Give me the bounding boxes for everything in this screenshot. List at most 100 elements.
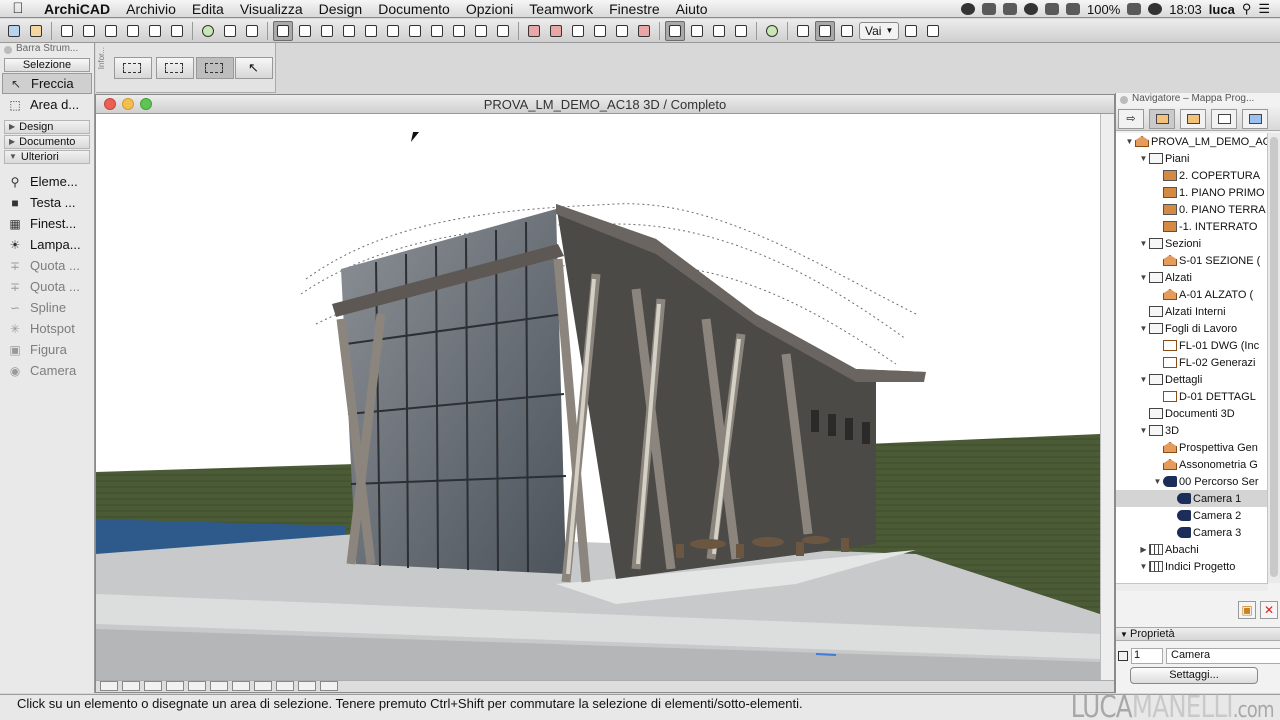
notification-icon[interactable]: ☰: [1258, 1, 1270, 17]
minimize-icon[interactable]: [122, 98, 134, 110]
tool-spline[interactable]: ∽ Spline: [0, 297, 94, 318]
adjust-icon[interactable]: [568, 21, 588, 41]
spotlight-icon[interactable]: ⚲: [1242, 1, 1252, 17]
tree-item[interactable]: ▼ Indici Progetto: [1116, 558, 1267, 575]
wifi-icon[interactable]: [1024, 3, 1038, 15]
3d-viewport[interactable]: [96, 114, 1100, 682]
split-icon[interactable]: [546, 21, 566, 41]
selection-arrow-mode[interactable]: ↖: [235, 57, 273, 79]
trace-icon[interactable]: [383, 21, 403, 41]
tab-view-map[interactable]: [1180, 108, 1206, 129]
view-id-field[interactable]: 1: [1131, 648, 1163, 664]
tool-marquee[interactable]: ⬚ Area d...: [0, 94, 94, 115]
tool-arrow[interactable]: ↖ Freccia: [2, 73, 92, 94]
disclosure-triangle-icon[interactable]: ▼: [1124, 137, 1135, 146]
close-icon[interactable]: [104, 98, 116, 110]
tree-item[interactable]: Camera 2: [1116, 507, 1267, 524]
tool-camera[interactable]: ◉ Camera: [0, 360, 94, 381]
battery-icon[interactable]: [1127, 3, 1142, 15]
menu-app[interactable]: ArchiCAD: [36, 1, 118, 17]
tree-item[interactable]: Camera 1: [1116, 490, 1267, 507]
undo-icon[interactable]: [145, 21, 165, 41]
menu-archivio[interactable]: Archivio: [118, 1, 184, 17]
tool-object[interactable]: ⚲ Eleme...: [0, 171, 94, 192]
delete-icon[interactable]: ✕: [1260, 601, 1278, 619]
tool-level-dimension[interactable]: ∓ Quota ...: [0, 276, 94, 297]
group-ulteriori[interactable]: ▼ Ulteriori: [4, 150, 90, 164]
clock[interactable]: 18:03: [1169, 2, 1202, 17]
explore-icon[interactable]: [276, 681, 294, 691]
record-icon[interactable]: [762, 21, 782, 41]
pan-icon[interactable]: [210, 681, 228, 691]
disclosure-triangle-icon[interactable]: ▼: [1138, 239, 1149, 248]
eyedropper-icon[interactable]: [220, 21, 240, 41]
3d-window-titlebar[interactable]: PROVA_LM_DEMO_AC18 3D / Completo: [96, 95, 1114, 114]
tree-item[interactable]: ▼ 00 Percorso Ser: [1116, 473, 1267, 490]
mirror-icon[interactable]: [524, 21, 544, 41]
layer-icon[interactable]: [405, 21, 425, 41]
menu-visualizza[interactable]: Visualizza: [232, 1, 311, 17]
tool-dimension[interactable]: ∓ Quota ...: [0, 255, 94, 276]
disclosure-triangle-icon[interactable]: ▼: [1138, 324, 1149, 333]
tree-item[interactable]: D-01 DETTAGL: [1116, 388, 1267, 405]
disclosure-triangle-icon[interactable]: ▼: [1138, 562, 1149, 571]
disclosure-triangle-icon[interactable]: ▶: [1138, 545, 1149, 554]
save-icon[interactable]: [57, 21, 77, 41]
menu-edita[interactable]: Edita: [184, 1, 232, 17]
syringe-icon[interactable]: [242, 21, 262, 41]
paste-icon[interactable]: [123, 21, 143, 41]
selection-method-rotated[interactable]: [156, 57, 194, 79]
tab-project-map[interactable]: [1149, 108, 1175, 129]
3d-window-vertical-scrollbar[interactable]: [1100, 114, 1114, 682]
tree-item[interactable]: S-01 SEZIONE (: [1116, 252, 1267, 269]
selection-method-rectangle[interactable]: [114, 57, 152, 79]
apple-menu-icon[interactable]: : [0, 0, 36, 17]
tree-item[interactable]: -1. INTERRATO: [1116, 218, 1267, 235]
tree-item[interactable]: Camera 3: [1116, 524, 1267, 541]
teamwork-icon[interactable]: [901, 21, 921, 41]
bluetooth-icon[interactable]: [1045, 3, 1059, 15]
tree-item[interactable]: ▼ Fogli di Lavoro: [1116, 320, 1267, 337]
close-x-icon[interactable]: [493, 21, 513, 41]
tree-item[interactable]: ▼ Alzati: [1116, 269, 1267, 286]
navigator-horizontal-scrollbar[interactable]: [1116, 583, 1268, 591]
tree-item[interactable]: ▼ Dettagli: [1116, 371, 1267, 388]
tree-item[interactable]: 1. PIANO PRIMO: [1116, 184, 1267, 201]
airplay-icon[interactable]: [1003, 3, 1017, 15]
tree-item[interactable]: Prospettiva Gen: [1116, 439, 1267, 456]
tree-item[interactable]: Assonometria G: [1116, 456, 1267, 473]
tree-item[interactable]: ▶ Abachi: [1116, 541, 1267, 558]
navigator-title[interactable]: Navigatore – Mappa Prog...: [1116, 93, 1280, 107]
navigator-vertical-scrollbar[interactable]: [1267, 133, 1280, 583]
fillet-icon[interactable]: [612, 21, 632, 41]
gravity-icon[interactable]: [295, 21, 315, 41]
selection-method-polygon[interactable]: [196, 57, 234, 79]
palette-title[interactable]: Barra Strum...: [0, 43, 94, 57]
group-icon[interactable]: [471, 21, 491, 41]
copy-icon[interactable]: [101, 21, 121, 41]
time-machine-icon[interactable]: [1148, 3, 1163, 15]
tool-hotspot[interactable]: ✳ Hotspot: [0, 318, 94, 339]
elevator-icon[interactable]: [427, 21, 447, 41]
tree-item[interactable]: Documenti 3D: [1116, 405, 1267, 422]
open-folder-icon[interactable]: [26, 21, 46, 41]
zoom-out-icon[interactable]: [188, 681, 206, 691]
tree-item[interactable]: FL-02 Generazi: [1116, 354, 1267, 371]
palette-header-selection[interactable]: Selezione: [4, 58, 90, 72]
disclosure-triangle-icon[interactable]: ▼: [1138, 375, 1149, 384]
zoom-step-out-icon[interactable]: [320, 681, 338, 691]
tree-item[interactable]: ▼ 3D: [1116, 422, 1267, 439]
navigator-options-icon[interactable]: ⇨: [1118, 108, 1144, 129]
zoom-icon[interactable]: [140, 98, 152, 110]
menu-aiuto[interactable]: Aiuto: [668, 1, 716, 17]
new-file-icon[interactable]: [4, 21, 24, 41]
redo-icon[interactable]: [167, 21, 187, 41]
disclosure-triangle-icon[interactable]: ▼: [1152, 477, 1163, 486]
disclosure-triangle-icon[interactable]: ▼: [1138, 154, 1149, 163]
menu-opzioni[interactable]: Opzioni: [458, 1, 521, 17]
tool-label[interactable]: ■ Testa ...: [0, 192, 94, 213]
view-name-field[interactable]: Camera: [1166, 648, 1280, 664]
tree-item[interactable]: ▼ Piani: [1116, 150, 1267, 167]
surface-icon[interactable]: [731, 21, 751, 41]
group-documento[interactable]: ▶ Documento: [4, 135, 90, 149]
